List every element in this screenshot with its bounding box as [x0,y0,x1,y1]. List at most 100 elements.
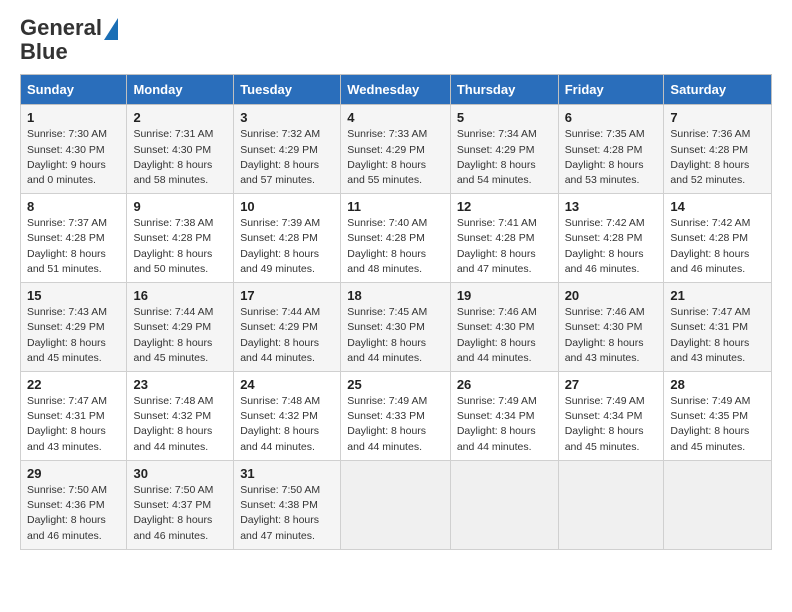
calendar-cell: 2 Sunrise: 7:31 AM Sunset: 4:30 PM Dayli… [127,105,234,194]
calendar-cell: 4 Sunrise: 7:33 AM Sunset: 4:29 PM Dayli… [341,105,451,194]
day-info: Sunrise: 7:32 AM Sunset: 4:29 PM Dayligh… [240,127,334,188]
calendar-cell: 21 Sunrise: 7:47 AM Sunset: 4:31 PM Dayl… [664,283,772,372]
day-info: Sunrise: 7:38 AM Sunset: 4:28 PM Dayligh… [133,216,227,277]
calendar-cell: 22 Sunrise: 7:47 AM Sunset: 4:31 PM Dayl… [21,372,127,461]
logo-text: General [20,16,118,40]
day-info: Sunrise: 7:49 AM Sunset: 4:33 PM Dayligh… [347,394,444,455]
calendar-cell [341,460,451,549]
day-number: 6 [565,110,658,125]
calendar-cell: 12 Sunrise: 7:41 AM Sunset: 4:28 PM Dayl… [450,194,558,283]
calendar-week-row: 29 Sunrise: 7:50 AM Sunset: 4:36 PM Dayl… [21,460,772,549]
day-info: Sunrise: 7:50 AM Sunset: 4:36 PM Dayligh… [27,483,120,544]
day-number: 4 [347,110,444,125]
day-number: 31 [240,466,334,481]
day-number: 2 [133,110,227,125]
calendar-cell: 31 Sunrise: 7:50 AM Sunset: 4:38 PM Dayl… [234,460,341,549]
day-info: Sunrise: 7:48 AM Sunset: 4:32 PM Dayligh… [133,394,227,455]
day-info: Sunrise: 7:37 AM Sunset: 4:28 PM Dayligh… [27,216,120,277]
calendar-cell: 20 Sunrise: 7:46 AM Sunset: 4:30 PM Dayl… [558,283,664,372]
day-number: 29 [27,466,120,481]
calendar-cell: 13 Sunrise: 7:42 AM Sunset: 4:28 PM Dayl… [558,194,664,283]
calendar-cell: 16 Sunrise: 7:44 AM Sunset: 4:29 PM Dayl… [127,283,234,372]
day-number: 11 [347,199,444,214]
page-header: General Blue [20,16,772,64]
day-info: Sunrise: 7:48 AM Sunset: 4:32 PM Dayligh… [240,394,334,455]
day-number: 24 [240,377,334,392]
calendar-header-row: SundayMondayTuesdayWednesdayThursdayFrid… [21,75,772,105]
calendar-cell: 15 Sunrise: 7:43 AM Sunset: 4:29 PM Dayl… [21,283,127,372]
day-info: Sunrise: 7:34 AM Sunset: 4:29 PM Dayligh… [457,127,552,188]
day-info: Sunrise: 7:42 AM Sunset: 4:28 PM Dayligh… [565,216,658,277]
day-info: Sunrise: 7:50 AM Sunset: 4:37 PM Dayligh… [133,483,227,544]
calendar-cell: 8 Sunrise: 7:37 AM Sunset: 4:28 PM Dayli… [21,194,127,283]
day-info: Sunrise: 7:45 AM Sunset: 4:30 PM Dayligh… [347,305,444,366]
day-number: 26 [457,377,552,392]
weekday-header: Wednesday [341,75,451,105]
day-info: Sunrise: 7:43 AM Sunset: 4:29 PM Dayligh… [27,305,120,366]
calendar-cell: 18 Sunrise: 7:45 AM Sunset: 4:30 PM Dayl… [341,283,451,372]
calendar-cell: 5 Sunrise: 7:34 AM Sunset: 4:29 PM Dayli… [450,105,558,194]
weekday-header: Friday [558,75,664,105]
day-info: Sunrise: 7:49 AM Sunset: 4:34 PM Dayligh… [565,394,658,455]
day-info: Sunrise: 7:47 AM Sunset: 4:31 PM Dayligh… [27,394,120,455]
calendar-cell: 9 Sunrise: 7:38 AM Sunset: 4:28 PM Dayli… [127,194,234,283]
day-info: Sunrise: 7:31 AM Sunset: 4:30 PM Dayligh… [133,127,227,188]
calendar-cell: 7 Sunrise: 7:36 AM Sunset: 4:28 PM Dayli… [664,105,772,194]
day-info: Sunrise: 7:30 AM Sunset: 4:30 PM Dayligh… [27,127,120,188]
day-number: 8 [27,199,120,214]
day-number: 17 [240,288,334,303]
day-info: Sunrise: 7:44 AM Sunset: 4:29 PM Dayligh… [133,305,227,366]
calendar-cell: 1 Sunrise: 7:30 AM Sunset: 4:30 PM Dayli… [21,105,127,194]
logo-blue-text: Blue [20,40,68,64]
calendar-cell [558,460,664,549]
day-number: 14 [670,199,765,214]
calendar-table: SundayMondayTuesdayWednesdayThursdayFrid… [20,74,772,549]
day-number: 1 [27,110,120,125]
day-number: 25 [347,377,444,392]
day-number: 19 [457,288,552,303]
day-number: 23 [133,377,227,392]
weekday-header: Saturday [664,75,772,105]
calendar-cell: 29 Sunrise: 7:50 AM Sunset: 4:36 PM Dayl… [21,460,127,549]
calendar-cell: 6 Sunrise: 7:35 AM Sunset: 4:28 PM Dayli… [558,105,664,194]
day-info: Sunrise: 7:33 AM Sunset: 4:29 PM Dayligh… [347,127,444,188]
calendar-cell [450,460,558,549]
day-number: 30 [133,466,227,481]
day-number: 18 [347,288,444,303]
day-info: Sunrise: 7:41 AM Sunset: 4:28 PM Dayligh… [457,216,552,277]
day-info: Sunrise: 7:44 AM Sunset: 4:29 PM Dayligh… [240,305,334,366]
weekday-header: Monday [127,75,234,105]
day-number: 22 [27,377,120,392]
calendar-cell: 14 Sunrise: 7:42 AM Sunset: 4:28 PM Dayl… [664,194,772,283]
calendar-cell: 11 Sunrise: 7:40 AM Sunset: 4:28 PM Dayl… [341,194,451,283]
weekday-header: Thursday [450,75,558,105]
day-info: Sunrise: 7:39 AM Sunset: 4:28 PM Dayligh… [240,216,334,277]
day-number: 27 [565,377,658,392]
calendar-week-row: 15 Sunrise: 7:43 AM Sunset: 4:29 PM Dayl… [21,283,772,372]
day-number: 9 [133,199,227,214]
weekday-header: Tuesday [234,75,341,105]
day-number: 5 [457,110,552,125]
calendar-week-row: 22 Sunrise: 7:47 AM Sunset: 4:31 PM Dayl… [21,372,772,461]
calendar-cell: 25 Sunrise: 7:49 AM Sunset: 4:33 PM Dayl… [341,372,451,461]
day-number: 3 [240,110,334,125]
calendar-cell: 3 Sunrise: 7:32 AM Sunset: 4:29 PM Dayli… [234,105,341,194]
calendar-cell: 28 Sunrise: 7:49 AM Sunset: 4:35 PM Dayl… [664,372,772,461]
day-info: Sunrise: 7:49 AM Sunset: 4:35 PM Dayligh… [670,394,765,455]
calendar-cell: 26 Sunrise: 7:49 AM Sunset: 4:34 PM Dayl… [450,372,558,461]
day-info: Sunrise: 7:46 AM Sunset: 4:30 PM Dayligh… [565,305,658,366]
day-info: Sunrise: 7:46 AM Sunset: 4:30 PM Dayligh… [457,305,552,366]
day-info: Sunrise: 7:42 AM Sunset: 4:28 PM Dayligh… [670,216,765,277]
day-info: Sunrise: 7:49 AM Sunset: 4:34 PM Dayligh… [457,394,552,455]
day-number: 13 [565,199,658,214]
calendar-week-row: 1 Sunrise: 7:30 AM Sunset: 4:30 PM Dayli… [21,105,772,194]
day-number: 15 [27,288,120,303]
calendar-cell: 10 Sunrise: 7:39 AM Sunset: 4:28 PM Dayl… [234,194,341,283]
day-info: Sunrise: 7:40 AM Sunset: 4:28 PM Dayligh… [347,216,444,277]
calendar-cell [664,460,772,549]
day-number: 10 [240,199,334,214]
day-number: 12 [457,199,552,214]
day-number: 16 [133,288,227,303]
calendar-cell: 30 Sunrise: 7:50 AM Sunset: 4:37 PM Dayl… [127,460,234,549]
day-number: 20 [565,288,658,303]
